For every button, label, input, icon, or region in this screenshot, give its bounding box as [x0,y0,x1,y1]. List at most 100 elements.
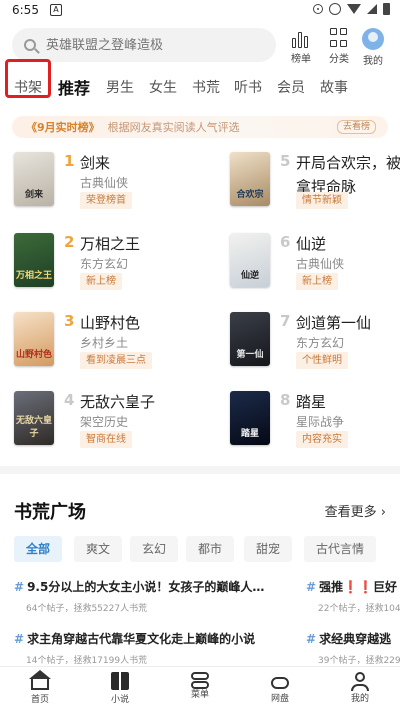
topic-meta: 22个帖子，拯救104 [318,604,400,614]
banner-badge: 去看榜 [336,120,376,134]
tab-female[interactable]: 女生 [149,77,177,97]
status-icons [313,3,390,15]
rank-label: 榜单 [291,54,311,65]
nav-menu[interactable]: 菜单 [170,672,230,700]
banner-subtitle: 根据网友真实阅读人气评选 [107,121,240,134]
banner-tag: 《9月实时榜》 [26,121,100,134]
topic-meta: 39个帖子，拯救229 [318,656,400,666]
book-genre: 古典仙侠 [296,257,345,271]
nav-home[interactable]: 首页 [10,670,70,705]
book-genre: 东方玄幻 [80,257,129,271]
book-rank: 8 [280,391,291,409]
book-title: 开局合欢宗，被 [296,154,400,172]
book-item[interactable]: 山野村色 3 山野村色 乡村乡土 看到凌晨三点 [14,312,204,382]
topic-item[interactable]: #9.5分以上的大女主小说！女孩子的巅峰人… 64个帖子，拯救55227人书荒 [14,578,264,618]
book-rank: 4 [64,391,75,409]
wifi-icon [347,4,361,14]
chip-tianchong[interactable]: 甜宠 [244,536,293,562]
topic-item[interactable]: # 求经典穿越逃 39个帖子，拯救229 [306,630,400,666]
book-rank: 5 [280,152,291,170]
book-cover: 踏星 [230,391,270,445]
home-icon [29,670,51,690]
topic-title: 强推❗❗巨好 [319,580,397,594]
book-tag: 看到凌晨三点 [80,352,152,369]
status-time: 6:55 [12,3,39,17]
bottom-nav: 首页 小说 菜单 网盘 我的 [0,666,400,711]
nav-cloud-label: 网盘 [270,694,289,704]
top-header: 榜单 分类 我的 [0,22,400,68]
chip-dushi[interactable]: 都市 [186,536,235,562]
book-cover: 剑来 [14,152,54,206]
book-item[interactable]: 第一仙 7 剑道第一仙 东方玄幻 个性鲜明 [230,312,400,382]
book-item[interactable]: 仙逆 6 仙逆 古典仙侠 新上榜 [230,233,400,303]
location-icon [313,4,323,14]
see-more-link[interactable]: 查看更多 › [325,501,386,520]
book-rank: 2 [64,233,75,251]
book-tag: 个性鲜明 [296,352,348,369]
user-icon-body [351,684,369,691]
book-item[interactable]: 万相之王 2 万相之王 东方玄幻 新上榜 [14,233,204,303]
nav-cloud[interactable]: 网盘 [250,672,310,704]
ranking-banner[interactable]: 《9月实时榜》 根据网友真实阅读人气评选 去看榜 [12,116,388,138]
book-title: 万相之王 [80,235,141,253]
battery-icon [383,3,390,15]
book-tag: 新上榜 [296,273,338,290]
search-bar[interactable] [12,28,276,62]
book-item[interactable]: 踏星 8 踏星 星际战争 内容充实 [230,391,400,461]
topic-meta: 14个帖子，拯救17199人书荒 [26,656,148,666]
tab-recommend[interactable]: 推荐 [58,75,90,99]
cellular-icon [367,4,377,14]
category-button[interactable]: 分类 [322,28,356,65]
chip-shuangwen[interactable]: 爽文 [74,536,123,562]
tab-stories[interactable]: 故事 [320,77,348,97]
hash-icon: # [14,632,25,646]
alarm-icon [329,3,341,15]
notification-icon: A [50,4,62,16]
book-title: 踏星 [296,393,327,411]
topic-item[interactable]: # 求主角穿越古代靠华夏文化走上巅峰的小说 14个帖子，拯救17199人书荒 [14,630,255,666]
avatar [362,28,384,50]
chip-xuanhuan[interactable]: 玄幻 [130,536,179,562]
topic-title: 求经典穿越逃 [319,632,392,646]
category-icon [330,28,348,48]
book-cover: 仙逆 [230,233,270,287]
chip-gudai-yanqing[interactable]: 古代言情 [304,536,377,562]
book-title: 无敌六皇子 [80,393,156,411]
book-rank: 6 [280,233,291,251]
book-title: 剑来 [80,154,111,172]
search-input[interactable] [46,37,246,53]
book-cover: 合欢宗 [230,152,270,206]
book-rank: 1 [64,152,75,170]
book-rank: 7 [280,312,291,330]
book-genre: 古典仙侠 [80,176,129,190]
book-item[interactable]: 剑来 1 剑来 古典仙侠 荣登榜首 [14,152,204,222]
book-genre: 东方玄幻 [296,336,345,350]
cloud-icon [271,677,289,689]
channel-tabs: 书架 推荐 男生 女生 书荒 听书 会员 故事 [0,68,400,106]
hash-icon: # [306,580,317,594]
tab-book-shortage[interactable]: 书荒 [192,77,220,97]
chip-all[interactable]: 全部 [14,536,63,562]
tab-male[interactable]: 男生 [106,77,134,97]
book-item[interactable]: 合欢宗 5 开局合欢宗，被 拿捏命脉 情节新颖 [230,152,400,222]
section-divider [0,466,400,474]
nav-home-label: 首页 [30,695,49,705]
me-button[interactable]: 我的 [356,28,390,67]
book-item[interactable]: 无敌六皇子 4 无敌六皇子 架空历史 智商在线 [14,391,204,461]
tab-membership[interactable]: 会员 [277,77,305,97]
tab-bookshelf[interactable]: 书架 [14,77,42,97]
nav-novel-label: 小说 [110,695,129,705]
nav-novel[interactable]: 小说 [90,672,150,705]
rank-button[interactable]: 榜单 [284,28,318,65]
hash-icon: # [14,580,25,594]
main-content: 《9月实时榜》 根据网友真实阅读人气评选 去看榜 剑来 1 剑来 古典仙侠 荣登… [0,106,400,666]
book-title: 剑道第一仙 [296,314,372,332]
menu-icon [191,672,209,680]
topic-item[interactable]: # 强推❗❗巨好 22个帖子，拯救104 [306,578,400,618]
nav-me[interactable]: 我的 [330,672,390,704]
book-tag: 内容充实 [296,431,348,448]
me-label: 我的 [363,56,383,67]
tab-audiobook[interactable]: 听书 [234,77,262,97]
book-tag: 荣登榜首 [80,192,132,209]
book-icon [111,672,129,690]
